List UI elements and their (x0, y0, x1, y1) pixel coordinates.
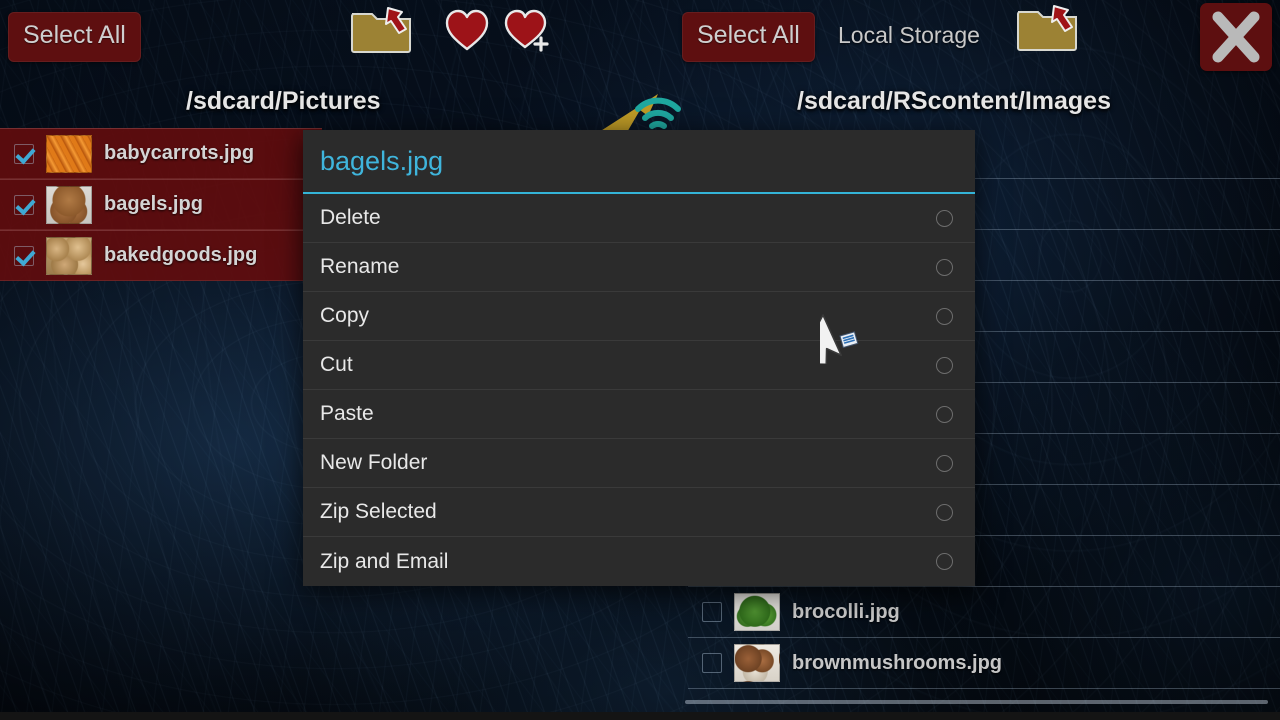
row-checkbox[interactable] (702, 602, 722, 622)
table-row[interactable]: bakedgoods.jpg (0, 230, 322, 281)
menu-item-radio[interactable] (936, 258, 953, 276)
menu-item-label: Zip and Email (320, 549, 449, 573)
folder-move-right-icon[interactable] (1016, 4, 1078, 52)
table-row[interactable]: brocolli.jpg (688, 587, 1280, 638)
file-name-label: brownmushrooms.jpg (792, 651, 1002, 674)
file-thumbnail (46, 185, 92, 224)
menu-item-cut[interactable]: Cut (303, 341, 975, 390)
menu-item-radio[interactable] (936, 356, 953, 374)
menu-item-label: Copy (320, 304, 370, 327)
add-favorite-heart-plus-icon[interactable] (504, 8, 550, 52)
file-name-label: brocolli.jpg (792, 600, 900, 623)
top-toolbar: Select All Select All Local Storage (0, 0, 1280, 72)
select-all-right-button[interactable]: Select All (682, 12, 815, 62)
file-thumbnail (734, 644, 780, 682)
menu-item-paste[interactable]: Paste (303, 390, 975, 439)
menu-item-radio[interactable] (936, 307, 953, 325)
file-thumbnail (46, 134, 92, 173)
file-thumbnail (46, 236, 92, 275)
menu-item-label: New Folder (320, 451, 428, 474)
row-checkbox[interactable] (14, 245, 34, 266)
row-checkbox[interactable] (14, 194, 34, 215)
right-panel-scrollbar[interactable] (685, 700, 1268, 704)
menu-item-radio[interactable] (936, 503, 953, 521)
menu-item-radio[interactable] (936, 209, 953, 227)
menu-item-label: Paste (320, 402, 374, 425)
dialog-title-bar: bagels.jpg (303, 130, 975, 194)
dialog-title: bagels.jpg (320, 145, 444, 176)
close-button[interactable] (1200, 3, 1272, 71)
menu-item-delete[interactable]: Delete (303, 194, 975, 243)
file-thumbnail (734, 593, 780, 631)
menu-item-label: Zip Selected (320, 500, 437, 523)
app-window: Select All Select All Local Storage /sdc… (0, 0, 1280, 720)
select-all-left-button[interactable]: Select All (8, 12, 141, 62)
menu-item-copy[interactable]: Copy (303, 292, 975, 341)
row-checkbox[interactable] (702, 653, 722, 673)
system-bottom-bar (0, 712, 1280, 720)
table-row[interactable]: bagels.jpg (0, 179, 322, 230)
menu-item-zip-and-email[interactable]: Zip and Email (303, 537, 975, 586)
left-path-label: /sdcard/Pictures (186, 87, 381, 115)
menu-item-zip-selected[interactable]: Zip Selected (303, 488, 975, 537)
menu-item-rename[interactable]: Rename (303, 243, 975, 292)
table-row[interactable]: brownmushrooms.jpg (688, 638, 1280, 689)
file-name-label: bagels.jpg (104, 193, 203, 215)
menu-item-new-folder[interactable]: New Folder (303, 439, 975, 488)
table-row[interactable]: babycarrots.jpg (0, 128, 322, 179)
file-context-dialog: bagels.jpg Delete Rename Copy Cut Paste … (303, 130, 975, 586)
menu-item-radio[interactable] (936, 553, 953, 570)
row-checkbox[interactable] (14, 143, 34, 164)
local-storage-label: Local Storage (838, 22, 980, 48)
menu-item-label: Cut (320, 353, 353, 376)
menu-item-label: Delete (320, 206, 381, 229)
menu-item-radio[interactable] (936, 454, 953, 472)
file-name-label: bakedgoods.jpg (104, 244, 258, 266)
favorites-heart-icon[interactable] (444, 8, 490, 52)
folder-move-left-icon[interactable] (350, 6, 412, 54)
right-path-label: /sdcard/RScontent/Images (797, 87, 1111, 115)
menu-item-label: Rename (320, 255, 400, 278)
menu-item-radio[interactable] (936, 405, 953, 423)
file-name-label: babycarrots.jpg (104, 142, 255, 164)
